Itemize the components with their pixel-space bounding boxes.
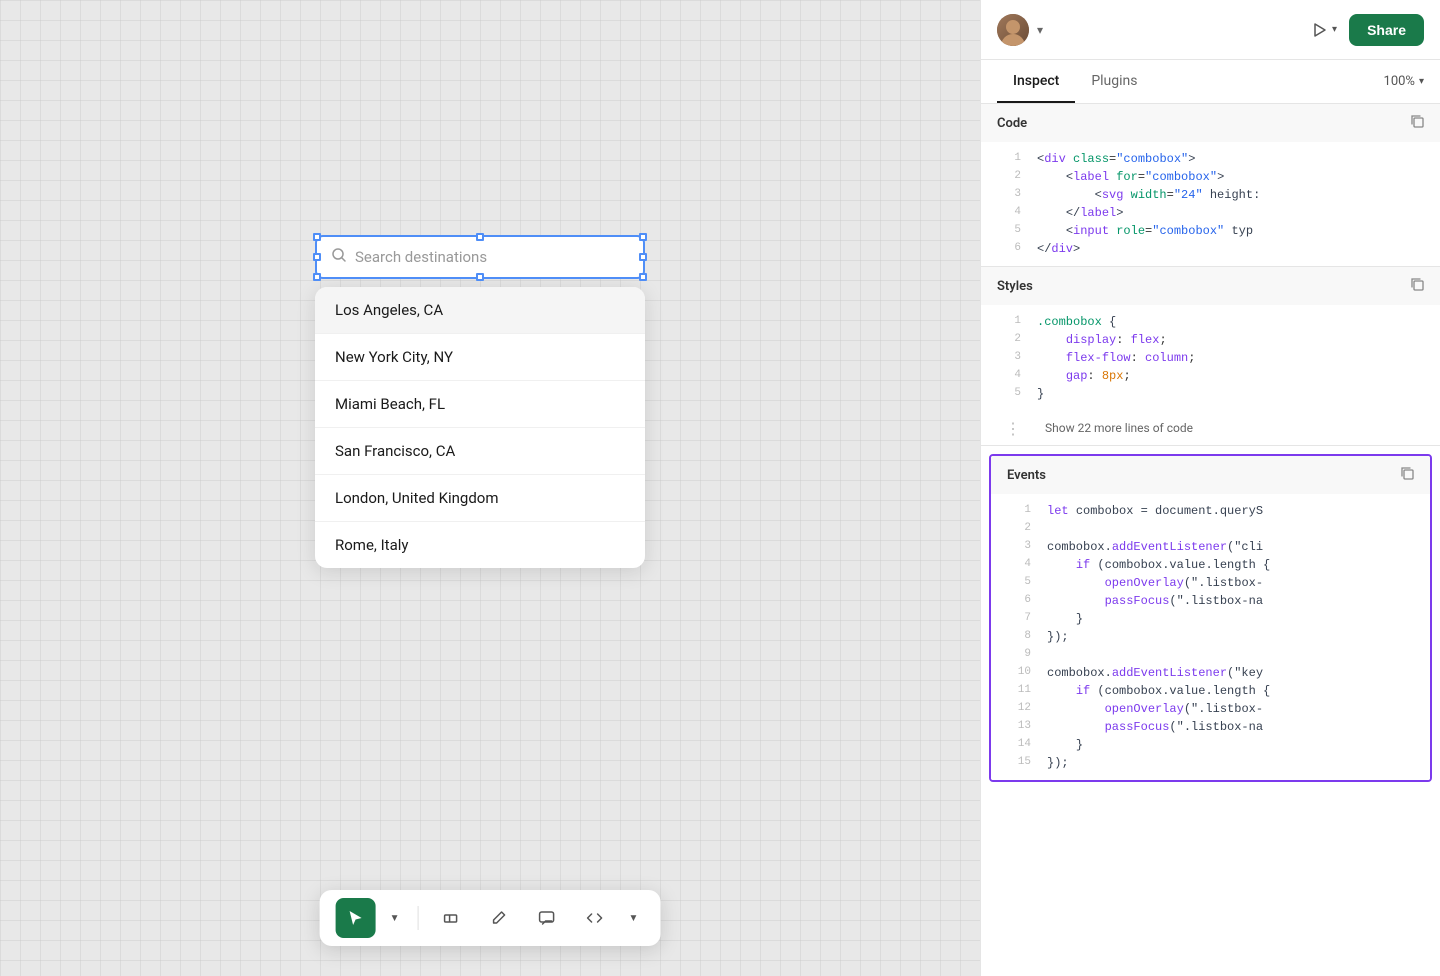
code-line-5: 5 <input role="combobox" typ <box>981 222 1440 240</box>
handle-tm <box>476 233 484 241</box>
right-panel: ▾ ▾ Share Inspect Plugins 100% ▾ Code <box>980 0 1440 976</box>
handle-br <box>639 273 647 281</box>
event-line-4: 4 if (combobox.value.length { <box>991 556 1430 574</box>
event-line-2: 2 <box>991 520 1430 538</box>
code-tool-button[interactable] <box>575 898 615 938</box>
tab-plugins[interactable]: Plugins <box>1075 61 1153 103</box>
dropdown-list: Los Angeles, CA New York City, NY Miami … <box>315 287 645 568</box>
avatar-chevron-icon[interactable]: ▾ <box>1037 23 1043 37</box>
show-more-button[interactable]: Show 22 more lines of code <box>1029 415 1209 441</box>
event-line-3: 3 combobox.addEventListener("cli <box>991 538 1430 556</box>
search-placeholder-text: Search destinations <box>355 248 487 266</box>
arrow-tool-dropdown[interactable]: ▼ <box>384 898 406 938</box>
zoom-control[interactable]: 100% ▾ <box>1384 74 1424 89</box>
code-line-4: 4 </label> <box>981 204 1440 222</box>
events-section: Events 1 let combobox = document.queryS … <box>989 454 1432 782</box>
eraser-tool-button[interactable] <box>431 898 471 938</box>
style-line-1: 1 .combobox { <box>981 313 1440 331</box>
events-section-header: Events <box>991 456 1430 494</box>
code-line-2: 2 <label for="combobox"> <box>981 168 1440 186</box>
style-line-3: 3 flex-flow: column; <box>981 349 1440 367</box>
code-line-1: 1 <div class="combobox"> <box>981 150 1440 168</box>
zoom-chevron-icon: ▾ <box>1419 76 1424 87</box>
styles-block: 1 .combobox { 2 display: flex; 3 flex-fl… <box>981 305 1440 411</box>
event-line-6: 6 passFocus(".listbox-na <box>991 592 1430 610</box>
event-line-11: 11 if (combobox.value.length { <box>991 682 1430 700</box>
event-line-15: 15 }); <box>991 754 1430 772</box>
event-line-10: 10 combobox.addEventListener("key <box>991 664 1430 682</box>
dropdown-item-1[interactable]: New York City, NY <box>315 334 645 381</box>
panel-content: Code 1 <div class="combobox"> 2 <label f… <box>981 104 1440 976</box>
tab-inspect[interactable]: Inspect <box>997 61 1075 103</box>
code-line-3: 3 <svg width="24" height: <box>981 186 1440 204</box>
event-line-5: 5 openOverlay(".listbox- <box>991 574 1430 592</box>
copy-code-button[interactable] <box>1410 114 1424 132</box>
style-line-2: 2 display: flex; <box>981 331 1440 349</box>
event-line-12: 12 openOverlay(".listbox- <box>991 700 1430 718</box>
code-section-header: Code <box>981 104 1440 142</box>
dropdown-item-2[interactable]: Miami Beach, FL <box>315 381 645 428</box>
event-line-13: 13 passFocus(".listbox-na <box>991 718 1430 736</box>
zoom-level: 100% <box>1384 74 1415 89</box>
events-section-title: Events <box>1007 468 1046 483</box>
copy-styles-button[interactable] <box>1410 277 1424 295</box>
event-line-8: 8 }); <box>991 628 1430 646</box>
handle-bl <box>313 273 321 281</box>
copy-events-button[interactable] <box>1400 466 1414 484</box>
dropdown-item-0[interactable]: Los Angeles, CA <box>315 287 645 334</box>
tabs-left: Inspect Plugins <box>997 61 1154 102</box>
code-tool-dropdown[interactable]: ▼ <box>623 898 645 938</box>
header-actions: ▾ Share <box>1310 14 1424 46</box>
event-line-9: 9 <box>991 646 1430 664</box>
style-line-5: 5 } <box>981 385 1440 403</box>
handle-mr <box>639 253 647 261</box>
chat-tool-button[interactable] <box>527 898 567 938</box>
show-more-row: ⋮ Show 22 more lines of code <box>981 411 1440 445</box>
code-line-6: 6 </div> <box>981 240 1440 258</box>
handle-tl <box>313 233 321 241</box>
toolbar-divider-1 <box>418 906 419 930</box>
chevron-down-icon: ▼ <box>390 913 400 924</box>
play-chevron-icon: ▾ <box>1332 24 1337 35</box>
event-line-14: 14 } <box>991 736 1430 754</box>
handle-ml <box>313 253 321 261</box>
avatar[interactable] <box>997 14 1029 46</box>
code-block: 1 <div class="combobox"> 2 <label for="c… <box>981 142 1440 266</box>
canvas: Search destinations Los Angeles, CA New … <box>0 0 980 976</box>
combobox-component: Search destinations Los Angeles, CA New … <box>315 235 645 568</box>
events-block: 1 let combobox = document.queryS 2 3 com… <box>991 494 1430 780</box>
styles-section: Styles 1 .combobox { 2 display: flex; <box>981 267 1440 446</box>
arrow-tool-button[interactable] <box>336 898 376 938</box>
panel-tabs: Inspect Plugins 100% ▾ <box>981 60 1440 104</box>
styles-section-title: Styles <box>997 279 1033 294</box>
share-button[interactable]: Share <box>1349 14 1424 46</box>
header-left: ▾ <box>997 14 1043 46</box>
dropdown-item-5[interactable]: Rome, Italy <box>315 522 645 568</box>
styles-section-header: Styles <box>981 267 1440 305</box>
search-icon <box>331 247 347 267</box>
chevron-down-icon-2: ▼ <box>629 913 639 924</box>
style-line-4: 4 gap: 8px; <box>981 367 1440 385</box>
event-line-1: 1 let combobox = document.queryS <box>991 502 1430 520</box>
dropdown-item-3[interactable]: San Francisco, CA <box>315 428 645 475</box>
edit-tool-button[interactable] <box>479 898 519 938</box>
handle-tr <box>639 233 647 241</box>
code-section: Code 1 <div class="combobox"> 2 <label f… <box>981 104 1440 267</box>
play-button[interactable]: ▾ <box>1310 21 1337 39</box>
handle-bm <box>476 273 484 281</box>
code-section-title: Code <box>997 116 1027 131</box>
panel-header: ▾ ▾ Share <box>981 0 1440 60</box>
event-line-7: 7 } <box>991 610 1430 628</box>
dropdown-item-4[interactable]: London, United Kingdom <box>315 475 645 522</box>
search-input-container[interactable]: Search destinations <box>315 235 645 279</box>
bottom-toolbar: ▼ ▼ <box>320 890 661 946</box>
